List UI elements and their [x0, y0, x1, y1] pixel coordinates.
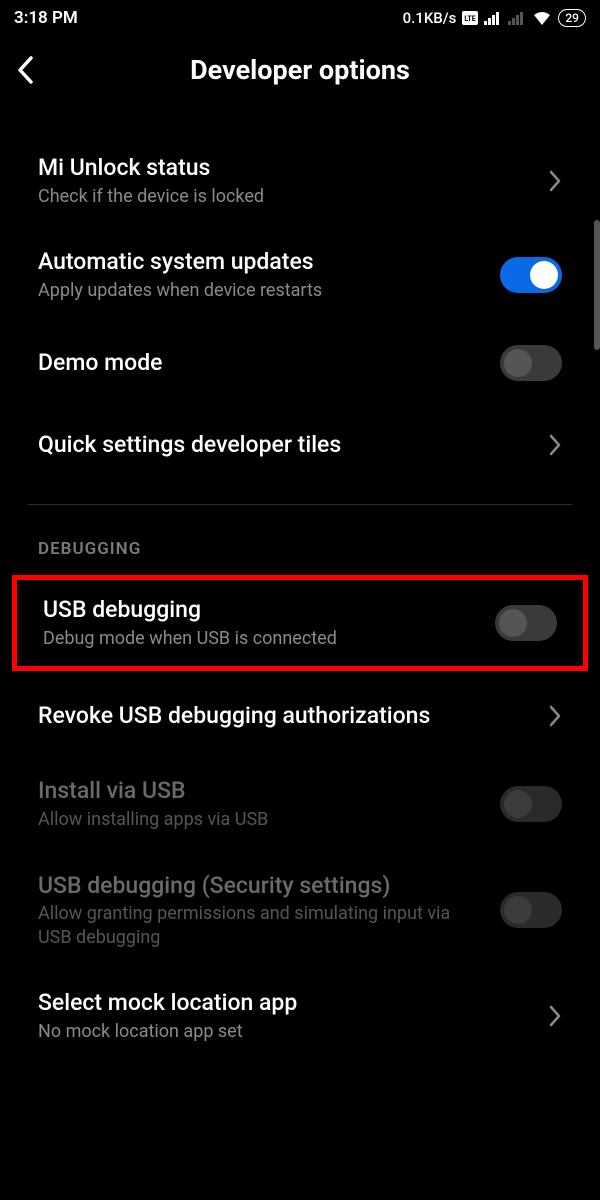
battery-icon: 29	[558, 9, 586, 27]
chevron-right-icon	[548, 1004, 562, 1028]
app-header: Developer options	[0, 36, 600, 104]
toggle-automatic-system-updates[interactable]	[500, 257, 562, 293]
row-subtitle: Apply updates when device restarts	[38, 279, 486, 302]
toggle-knob	[504, 896, 532, 924]
row-title: USB debugging (Security settings)	[38, 872, 486, 901]
row-select-mock-location-app[interactable]: Select mock location app No mock locatio…	[0, 969, 600, 1063]
toggle-demo-mode[interactable]	[500, 345, 562, 381]
row-subtitle: Debug mode when USB is connected	[43, 627, 481, 650]
row-title: Quick settings developer tiles	[38, 431, 534, 460]
row-quick-settings-developer-tiles[interactable]: Quick settings developer tiles	[0, 404, 600, 486]
page-title: Developer options	[0, 54, 600, 86]
row-mi-unlock-status[interactable]: Mi Unlock status Check if the device is …	[0, 134, 600, 228]
row-title: Automatic system updates	[38, 248, 486, 277]
row-subtitle: Allow granting permissions and simulatin…	[38, 902, 486, 949]
highlight-usb-debugging: USB debugging Debug mode when USB is con…	[12, 575, 588, 671]
row-revoke-usb-debugging-authorizations[interactable]: Revoke USB debugging authorizations	[0, 675, 600, 757]
row-usb-debugging[interactable]: USB debugging Debug mode when USB is con…	[17, 580, 583, 666]
toggle-install-via-usb	[500, 786, 562, 822]
row-title: Mi Unlock status	[38, 154, 534, 183]
row-title: Select mock location app	[38, 989, 534, 1018]
toggle-usb-debugging[interactable]	[495, 605, 557, 641]
scrollbar-indicator	[594, 220, 600, 350]
toggle-knob	[530, 261, 558, 289]
row-subtitle: No mock location app set	[38, 1020, 534, 1043]
toggle-knob	[504, 349, 532, 377]
row-title: Install via USB	[38, 777, 486, 806]
row-title: USB debugging	[43, 596, 481, 625]
chevron-left-icon	[16, 55, 36, 85]
back-button[interactable]	[16, 50, 56, 90]
row-subtitle: Check if the device is locked	[38, 185, 534, 208]
row-title: Revoke USB debugging authorizations	[38, 702, 534, 731]
toggle-knob	[504, 790, 532, 818]
wifi-icon	[532, 11, 552, 26]
row-usb-debugging-security-settings: USB debugging (Security settings) Allow …	[0, 852, 600, 970]
status-time: 3:18 PM	[14, 8, 78, 28]
toggle-knob	[499, 609, 527, 637]
section-header-debugging: DEBUGGING	[0, 505, 600, 571]
status-bar: 3:18 PM 0.1KB/s LTE 29	[0, 0, 600, 36]
battery-level: 29	[565, 10, 579, 26]
signal-icon	[484, 11, 502, 25]
svg-text:LTE: LTE	[465, 15, 476, 23]
settings-list: Mi Unlock status Check if the device is …	[0, 104, 600, 1063]
row-install-via-usb: Install via USB Allow installing apps vi…	[0, 757, 600, 851]
status-net-speed: 0.1KB/s	[403, 9, 457, 27]
row-subtitle: Allow installing apps via USB	[38, 808, 486, 831]
chevron-right-icon	[548, 433, 562, 457]
signal-2-icon	[508, 11, 526, 25]
chevron-right-icon	[548, 169, 562, 193]
status-right-cluster: 0.1KB/s LTE 29	[403, 9, 586, 27]
row-title: Demo mode	[38, 349, 486, 378]
toggle-usb-debugging-security	[500, 892, 562, 928]
volte-icon: LTE	[462, 11, 478, 25]
chevron-right-icon	[548, 704, 562, 728]
row-demo-mode[interactable]: Demo mode	[0, 322, 600, 404]
row-automatic-system-updates[interactable]: Automatic system updates Apply updates w…	[0, 228, 600, 322]
